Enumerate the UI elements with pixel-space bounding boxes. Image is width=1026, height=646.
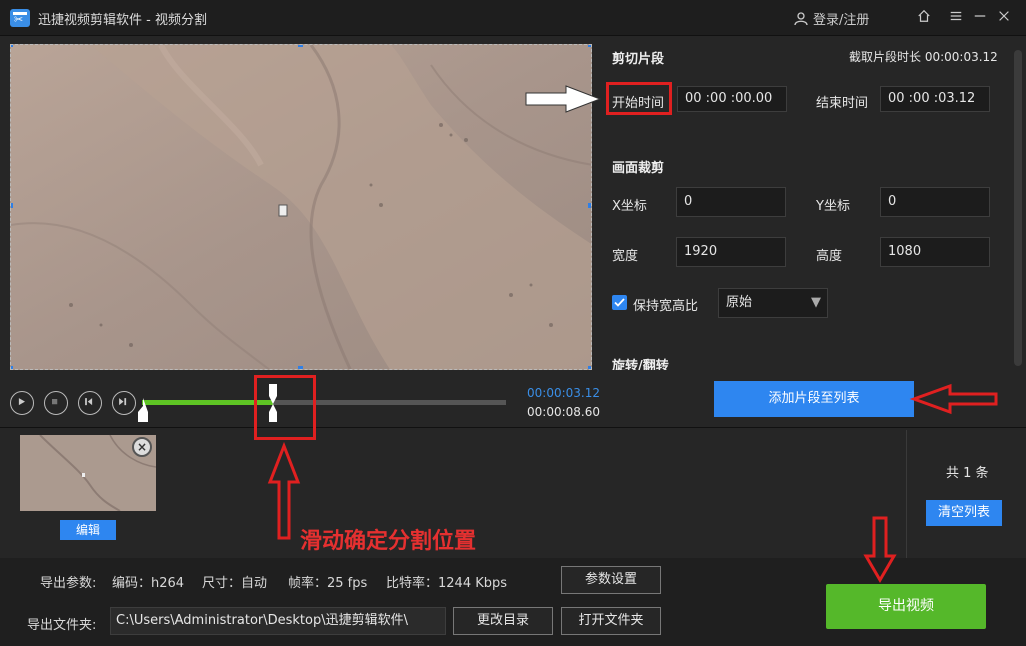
up-arrow-icon (267, 441, 301, 540)
right-arrow-icon (525, 85, 602, 113)
annotation-arrows (267, 85, 998, 583)
left-arrow-icon (909, 383, 998, 415)
down-arrow-icon (863, 516, 897, 583)
